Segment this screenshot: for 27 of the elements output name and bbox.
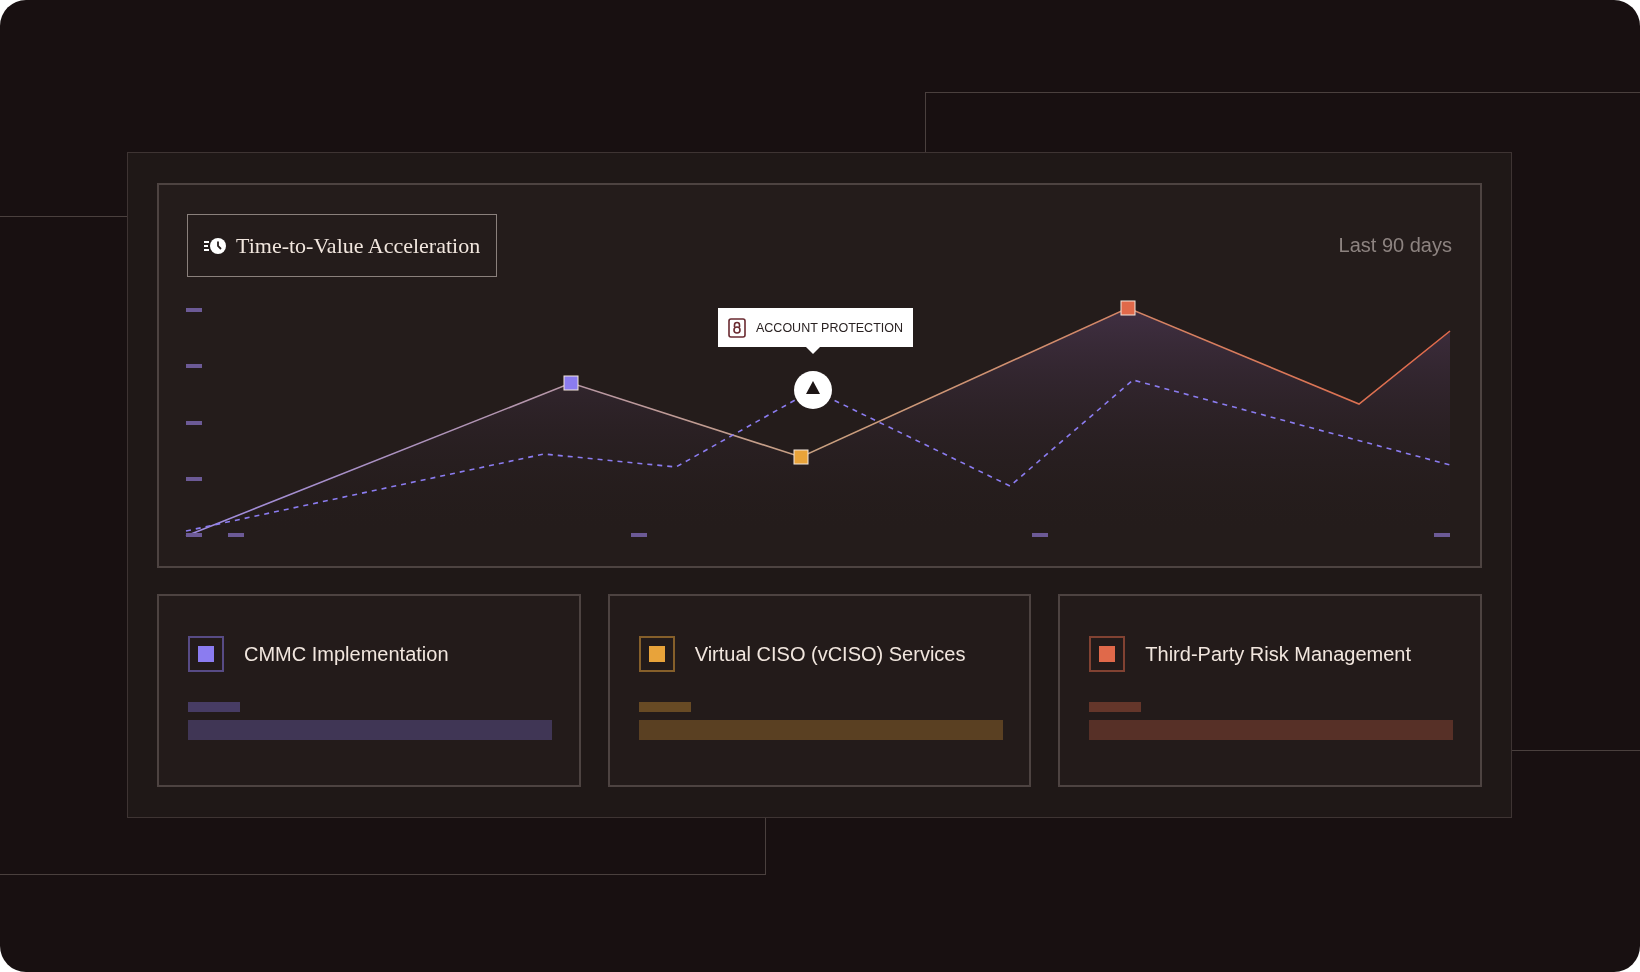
placeholder-bar xyxy=(1089,702,1142,712)
axis-tick xyxy=(186,533,202,537)
triangle-marker-icon xyxy=(794,371,832,409)
tooltip-label: ACCOUNT PROTECTION xyxy=(756,320,903,335)
data-point xyxy=(793,449,809,465)
axis-tick xyxy=(1434,533,1450,537)
data-point xyxy=(1120,300,1136,316)
legend-label: Third-Party Risk Management xyxy=(1145,642,1411,666)
lock-icon xyxy=(728,317,746,338)
axis-tick xyxy=(186,421,202,425)
axis-tick xyxy=(1032,533,1048,537)
axis-tick xyxy=(186,477,202,481)
axis-tick xyxy=(186,364,202,368)
legend-label: CMMC Implementation xyxy=(244,642,449,666)
data-point xyxy=(563,375,579,391)
placeholder-bar xyxy=(638,702,691,712)
axis-tick xyxy=(631,533,647,537)
legend-label: Virtual CISO (vCISO) Services xyxy=(694,642,966,666)
legend-swatch xyxy=(188,636,224,672)
legend-swatch xyxy=(638,636,675,672)
axis-tick xyxy=(228,533,244,537)
placeholder-bar xyxy=(188,702,240,712)
axis-tick xyxy=(186,308,202,312)
chart-title: Time-to-Value Acceleration xyxy=(236,232,481,259)
stopwatch-icon xyxy=(204,236,226,255)
period-label: Last 90 days xyxy=(1338,234,1452,257)
legend-swatch xyxy=(1089,636,1126,672)
